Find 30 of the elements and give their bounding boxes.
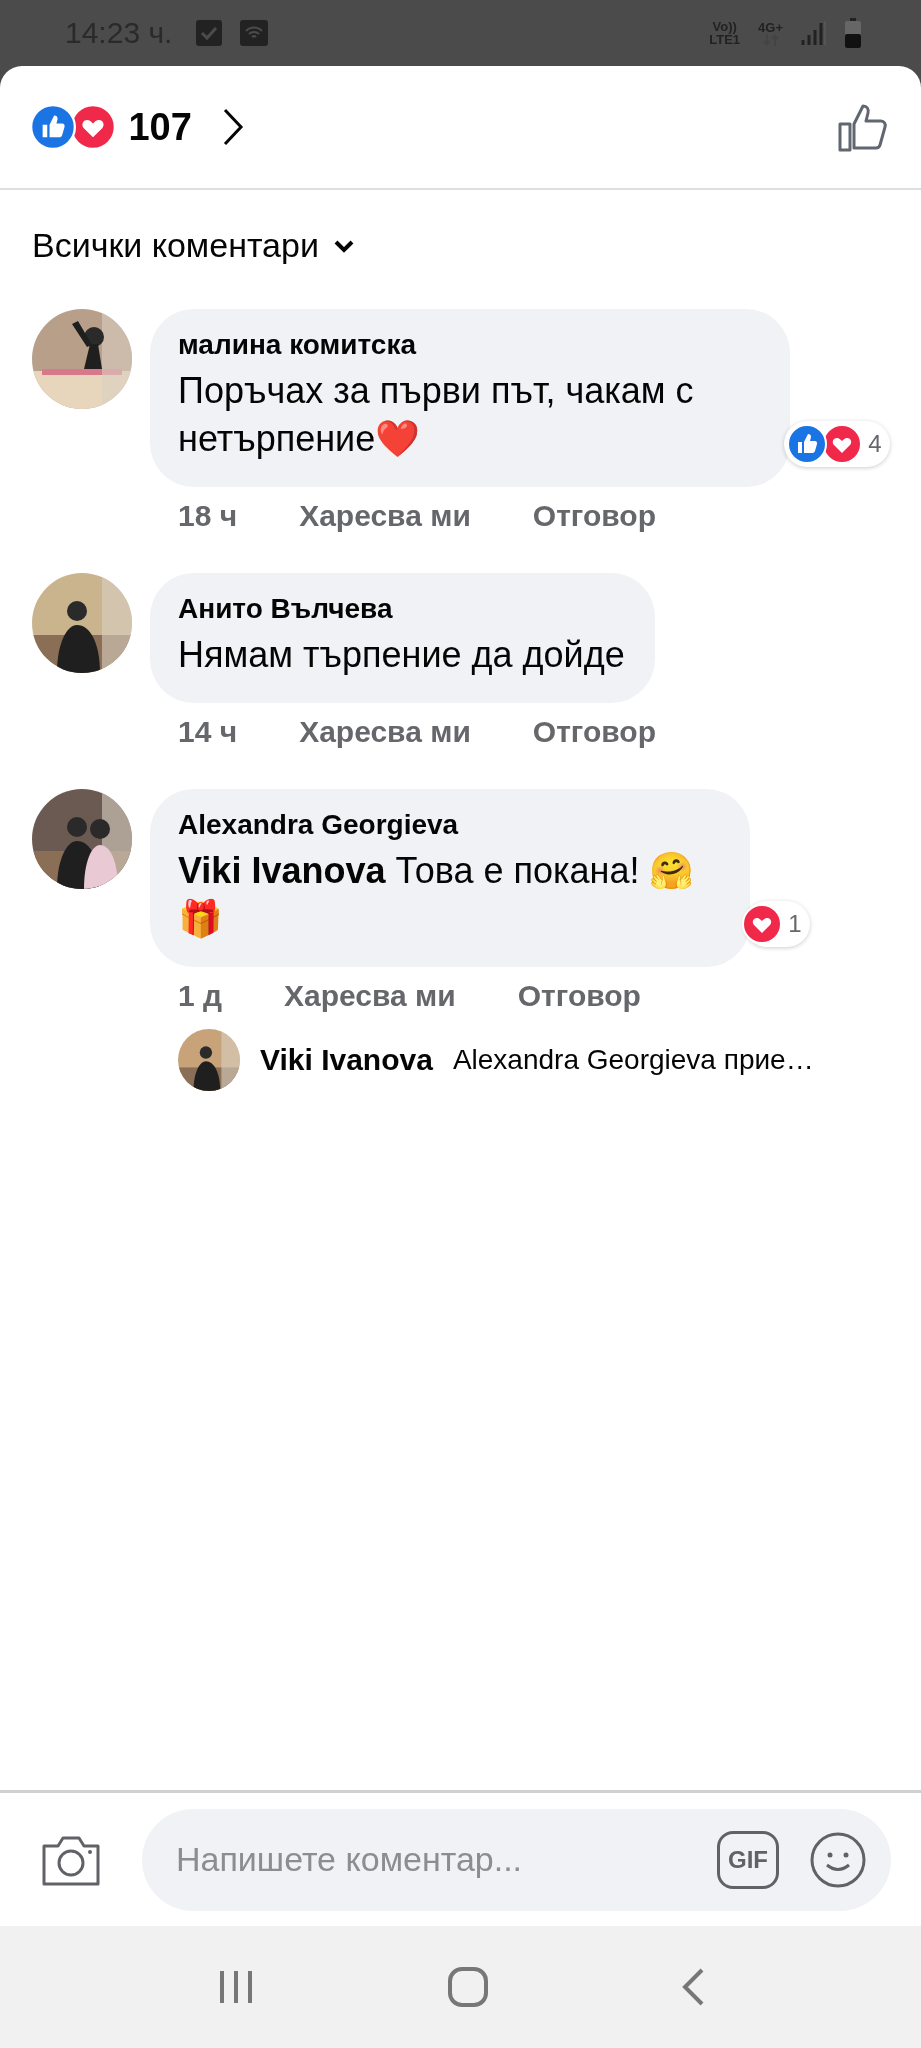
wifi-icon [240,20,269,46]
comment-author[interactable]: Alexandra Georgieva [178,809,720,841]
like-link[interactable]: Харесва ми [299,499,471,533]
reply-preview[interactable]: Alexandra Georgieva прие… [452,1044,814,1076]
comment-text: Поръчах за първи път, чакам с нетърпение❤ [178,369,695,461]
comment-time: 14 ч [178,715,238,749]
smiley-icon[interactable] [809,1830,867,1889]
reaction-summary[interactable]: 1 [744,901,810,947]
comment-time: 18 ч [178,499,238,533]
comment-time: 1 д [178,979,223,1013]
comment-author[interactable]: малина комитска [178,329,760,361]
comment-filter-dropdown[interactable]: Всички коментари [32,226,355,265]
gif-button[interactable]: GIF [717,1830,779,1889]
battery-icon [845,18,861,48]
comment-input[interactable]: Напишете коментар... GIF [142,1808,891,1911]
reply-link[interactable]: Отговор [532,715,656,749]
chevron-right-icon[interactable] [221,107,244,147]
signal-icon [801,19,827,47]
reaction-count: 107 [128,105,192,149]
comment-author[interactable]: Анито Вълчева [178,593,625,625]
chevron-down-icon [332,238,355,253]
like-link[interactable]: Харесва ми [299,715,471,749]
checkbox-icon [196,20,223,46]
comment-text: Нямам търпение да дойде [178,633,625,677]
reply-link[interactable]: Отговор [532,499,656,533]
like-link[interactable]: Харесва ми [284,979,456,1013]
reaction-summary[interactable]: 4 [784,421,890,467]
reply-link[interactable]: Отговор [517,979,641,1013]
comment-text: Viki Ivanova Това е покана! 🤗 🎁 [178,849,696,941]
reply-author[interactable]: Viki Ivanova [260,1043,433,1077]
